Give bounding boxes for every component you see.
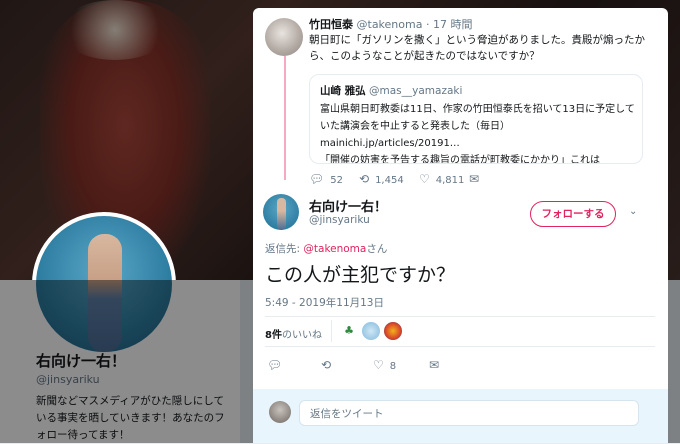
retweet-count: 1,454 (375, 175, 404, 186)
divider (265, 316, 655, 317)
thread-line (284, 56, 286, 180)
message-action[interactable]: ✉ (429, 358, 445, 372)
retweet-action[interactable]: ⟲ 1,454 (359, 172, 404, 186)
liker-avatar[interactable]: ♣ (340, 322, 358, 340)
reply-bar: 返信をツイート (253, 389, 668, 443)
follow-button[interactable]: フォローする (530, 201, 616, 227)
reply-action[interactable]: 💬︎ 52 (309, 172, 343, 186)
likes-summary[interactable]: 8件のいいね (265, 326, 322, 341)
reply-to: 返信先: @takenomaさん (265, 241, 387, 256)
focus-avatar[interactable] (263, 194, 299, 230)
envelope-icon: ✉ (469, 172, 480, 186)
focus-text: この人が主犯ですか？ (265, 264, 456, 286)
focus-handle[interactable]: @jinsyariku (309, 214, 370, 226)
parent-avatar[interactable] (265, 18, 303, 56)
likes-count: 8件 (265, 330, 282, 341)
quoted-text-line2: 「開催の妨害を予告する趣旨の電話が町教委にかかり」これは (320, 155, 600, 164)
tweet-modal: 竹田恒泰 @takenoma · 17 時間 朝日町に「ガソリンを撒く」という脅… (253, 8, 668, 443)
reply-input[interactable]: 返信をツイート (299, 400, 639, 426)
divider (265, 346, 655, 347)
focus-timestamp[interactable]: 5:49 - 2019年11月13日 (265, 295, 384, 310)
quoted-tweet[interactable]: 山崎 雅弘 @mas__yamazaki 富山県朝日町教委は11日、作家の竹田恒… (309, 74, 643, 164)
my-avatar (269, 401, 291, 423)
parent-time[interactable]: · 17 時間 (426, 18, 473, 31)
parent-text: 朝日町に「ガソリンを撒く」という脅迫がありました。貴殿が煽ったから、このようなこ… (309, 34, 645, 62)
reply-action[interactable]: 💬︎ (267, 358, 288, 372)
heart-icon: ♡ (373, 358, 384, 372)
envelope-icon: ✉ (429, 358, 440, 372)
profile-overlay (0, 280, 240, 443)
like-count: 4,811 (435, 175, 465, 186)
liker-avatar[interactable] (362, 322, 380, 340)
parent-handle[interactable]: @takenoma (357, 18, 423, 31)
quoted-text: 富山県朝日町教委は11日、作家の竹田恒泰氏を招いて13日に予定していた講演会を中… (320, 101, 638, 164)
reply-to-suffix: さん (366, 243, 388, 255)
reply-icon: 💬︎ (267, 358, 283, 372)
retweet-icon: ⟲ (321, 358, 332, 372)
quoted-text-line1: 富山県朝日町教委は11日、作家の竹田恒泰氏を招いて13日に予定していた講演会を中… (320, 104, 635, 149)
likes-label: のいいね (281, 330, 322, 341)
retweet-action[interactable]: ⟲ (321, 358, 337, 372)
parent-name[interactable]: 竹田恒泰 (309, 18, 353, 31)
reply-icon: 💬︎ (309, 172, 325, 186)
focus-name[interactable]: 右向け一右！ (309, 196, 387, 215)
parent-header: 竹田恒泰 @takenoma · 17 時間 (309, 16, 472, 32)
liker-avatar[interactable] (384, 322, 402, 340)
quoted-name: 山崎 雅弘 (320, 85, 366, 97)
chevron-down-icon[interactable]: ⌄ (629, 206, 637, 217)
retweet-icon: ⟲ (359, 172, 370, 186)
like-action[interactable]: ♡ 8 (373, 358, 396, 372)
quoted-handle: @mas__yamazaki (369, 85, 463, 97)
like-action[interactable]: ♡ 4,811 (419, 172, 464, 186)
reply-to-prefix: 返信先: (265, 243, 304, 255)
likes-separator (331, 320, 332, 342)
reply-count: 52 (330, 175, 343, 186)
reply-to-handle[interactable]: @takenoma (303, 243, 366, 255)
heart-icon: ♡ (419, 172, 430, 186)
message-action[interactable]: ✉ (469, 172, 485, 186)
like-count: 8 (389, 361, 397, 372)
quoted-header: 山崎 雅弘 @mas__yamazaki (320, 83, 462, 98)
